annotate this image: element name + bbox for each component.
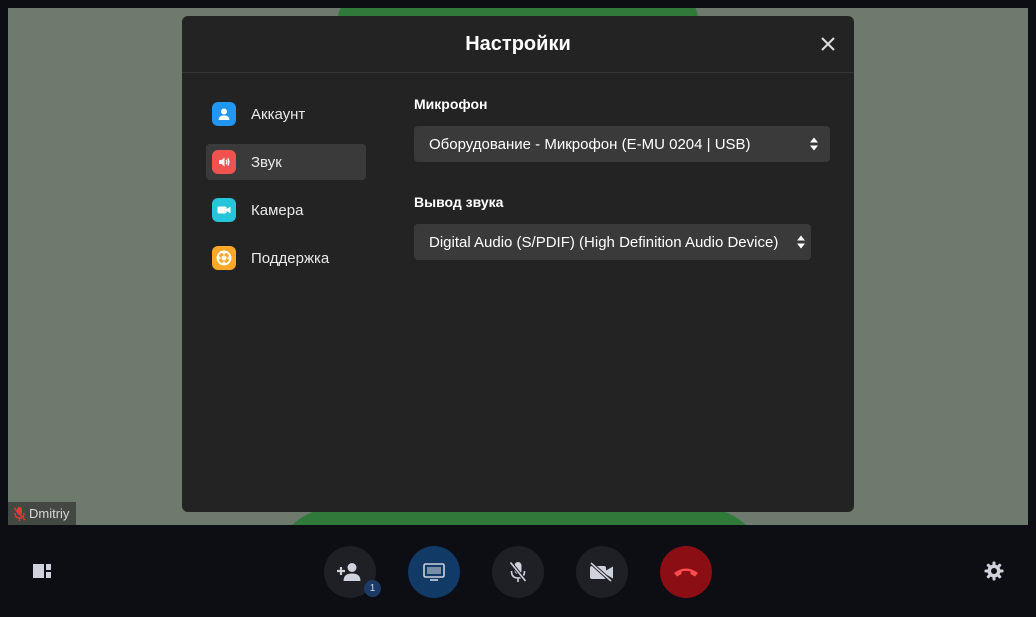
dialog-header: Настройки	[182, 16, 854, 73]
settings-button[interactable]	[984, 561, 1004, 581]
mic-off-icon	[509, 561, 527, 583]
gear-icon	[984, 561, 1004, 581]
camera-toggle-button[interactable]	[576, 546, 628, 598]
nav-item-label: Поддержка	[251, 249, 330, 267]
screen-share-icon	[423, 563, 445, 581]
microphone-select[interactable]: Оборудование - Микрофон (E-MU 0204 | USB…	[414, 126, 830, 162]
camera-off-icon	[589, 562, 613, 582]
nav-item-label: Аккаунт	[251, 105, 306, 123]
settings-dialog: Настройки Аккаунт Звук Камера Поддержка …	[182, 16, 854, 512]
microphone-toggle-button[interactable]	[492, 546, 544, 598]
hang-up-button[interactable]	[660, 546, 712, 598]
speaker-icon	[212, 150, 236, 174]
select-arrows-icon	[810, 137, 818, 151]
output-field: Вывод звука Digital Audio (S/PDIF) (High…	[414, 194, 834, 260]
participant-count-badge: 1	[364, 580, 381, 597]
microphone-label: Микрофон	[414, 96, 488, 112]
participant-name-tag: Dmitriy	[8, 502, 77, 525]
user-icon	[212, 102, 236, 126]
sound-settings: Микрофон Оборудование - Микрофон (E-MU 0…	[414, 96, 834, 260]
lifebuoy-icon	[212, 246, 236, 270]
mic-off-icon	[14, 506, 25, 521]
output-select[interactable]: Digital Audio (S/PDIF) (High Definition …	[414, 224, 811, 260]
layout-button[interactable]	[32, 562, 52, 580]
nav-item-support[interactable]: Поддержка	[206, 240, 366, 276]
close-button[interactable]	[818, 34, 838, 54]
output-label: Вывод звука	[414, 194, 504, 210]
output-select-value: Digital Audio (S/PDIF) (High Definition …	[429, 233, 779, 251]
camera-icon	[212, 198, 236, 222]
nav-item-label: Камера	[251, 201, 304, 219]
microphone-field: Микрофон Оборудование - Микрофон (E-MU 0…	[414, 96, 834, 162]
nav-item-camera[interactable]: Камера	[206, 192, 366, 228]
hang-up-icon	[674, 568, 698, 577]
add-user-icon	[337, 563, 361, 581]
nav-item-sound[interactable]: Звук	[206, 144, 366, 180]
screen-share-button[interactable]	[408, 546, 460, 598]
call-toolbar: 1	[0, 525, 1036, 617]
nav-item-account[interactable]: Аккаунт	[206, 96, 366, 132]
settings-nav: Аккаунт Звук Камера Поддержка	[206, 96, 366, 288]
select-arrows-icon	[797, 235, 805, 249]
layout-icon	[33, 564, 51, 578]
close-icon	[821, 37, 835, 51]
dialog-title: Настройки	[465, 32, 571, 55]
microphone-select-value: Оборудование - Микрофон (E-MU 0204 | USB…	[429, 135, 751, 153]
participant-name: Dmitriy	[29, 506, 70, 521]
nav-item-label: Звук	[251, 153, 282, 171]
